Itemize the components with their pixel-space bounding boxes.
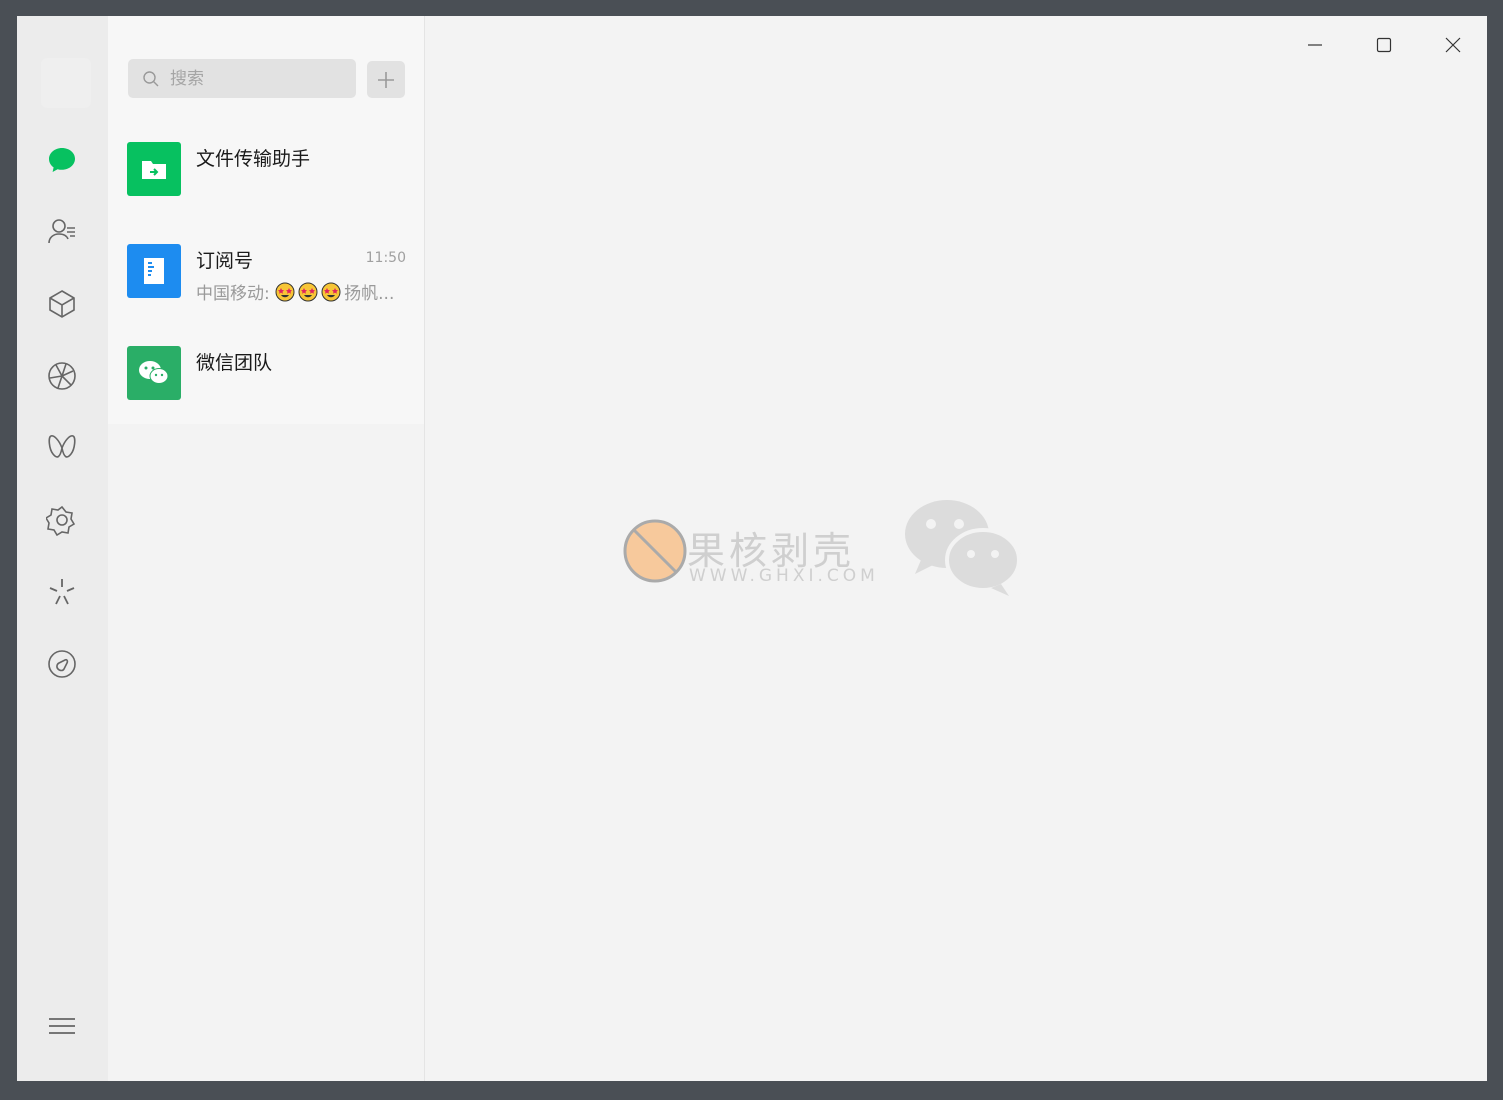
butterfly-icon[interactable] xyxy=(42,428,82,468)
chat-name: 文件传输助手 xyxy=(196,148,311,170)
close-icon xyxy=(1445,37,1461,53)
star-eyes-emoji-icon xyxy=(298,282,318,302)
chat-item-wechat-team[interactable]: 微信团队 xyxy=(108,336,424,436)
minimize-icon xyxy=(1308,44,1322,46)
maximize-button[interactable] xyxy=(1361,28,1407,62)
chat-list-panel: 文件传输助手 订阅号 11:50 中国移动: 扬帆... 微信团队 xyxy=(108,16,425,1081)
chat-time: 11:50 xyxy=(365,250,406,266)
menu-icon[interactable] xyxy=(42,1006,82,1046)
subscriptions-avatar xyxy=(127,244,181,298)
add-button[interactable] xyxy=(367,61,405,98)
search-icon xyxy=(143,70,159,86)
preview-text: 扬帆... xyxy=(344,284,395,304)
maximize-icon xyxy=(1376,37,1392,53)
star-eyes-emoji-icon xyxy=(321,282,341,302)
minimize-button[interactable] xyxy=(1292,28,1338,62)
contacts-icon[interactable] xyxy=(42,212,82,252)
chat-item-file-transfer[interactable]: 文件传输助手 xyxy=(108,132,424,232)
wechat-team-avatar xyxy=(127,346,181,400)
gear-flower-icon[interactable] xyxy=(42,500,82,540)
sparkle-icon[interactable] xyxy=(42,572,82,612)
chat-preview: 中国移动: 扬帆... xyxy=(196,279,408,304)
document-icon xyxy=(144,258,164,284)
main-panel: 果核剥壳 WWW.GHXI.COM xyxy=(425,16,1487,1081)
search-input[interactable] xyxy=(168,67,352,90)
box-icon[interactable] xyxy=(42,284,82,324)
watermark-logo-icon xyxy=(623,519,687,583)
chat-bubble-icon[interactable] xyxy=(42,140,82,180)
file-transfer-avatar xyxy=(127,142,181,196)
folder-arrow-icon xyxy=(142,161,166,179)
chat-name: 订阅号 xyxy=(196,250,254,272)
wechat-placeholder-logo-icon xyxy=(905,500,1021,596)
watermark-subtitle: WWW.GHXI.COM xyxy=(689,566,879,586)
preview-sender: 中国移动: xyxy=(196,284,276,304)
plus-icon xyxy=(378,71,394,88)
chat-name: 微信团队 xyxy=(196,352,273,374)
channel-icon[interactable] xyxy=(42,644,82,684)
aperture-icon[interactable] xyxy=(42,356,82,396)
nav-rail xyxy=(17,16,108,1081)
wechat-window: 文件传输助手 订阅号 11:50 中国移动: 扬帆... 微信团队 xyxy=(17,16,1487,1081)
star-eyes-emoji-icon xyxy=(275,282,295,302)
chat-item-subscriptions[interactable]: 订阅号 11:50 中国移动: 扬帆... xyxy=(108,234,424,334)
wechat-logo-icon xyxy=(139,361,169,384)
user-avatar[interactable] xyxy=(41,58,91,108)
search-box[interactable] xyxy=(128,59,356,98)
close-button[interactable] xyxy=(1430,28,1476,62)
